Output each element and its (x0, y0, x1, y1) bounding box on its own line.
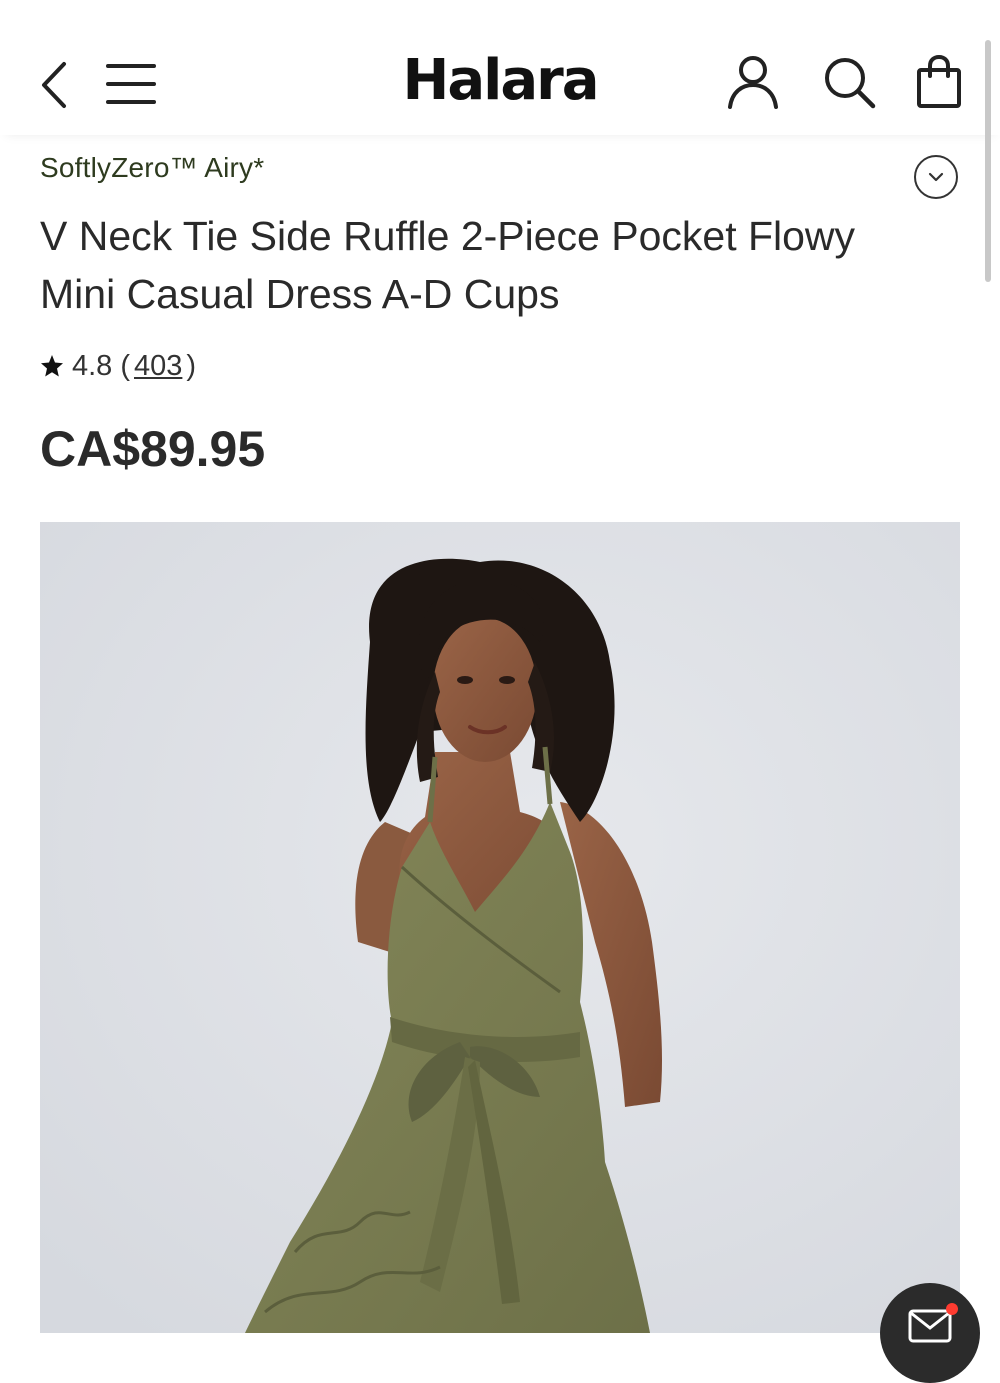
notification-dot (946, 1303, 958, 1315)
rating-summary: 4.8 ( 403 ) (40, 346, 196, 386)
rating-paren-close: ) (186, 349, 197, 382)
rating-score: 4.8 (72, 349, 113, 382)
rating-paren-open: ( (120, 349, 130, 382)
chevron-down-icon (928, 172, 944, 182)
chat-button[interactable] (880, 1283, 980, 1383)
scrollbar[interactable] (985, 40, 991, 282)
top-nav-bar: Halara (0, 0, 1000, 135)
star-icon (41, 355, 63, 377)
search-icon[interactable] (823, 56, 877, 110)
account-icon[interactable] (726, 54, 780, 110)
product-image[interactable] (40, 522, 960, 1333)
bag-icon[interactable] (915, 54, 963, 110)
mail-icon (908, 1309, 952, 1343)
product-title: V Neck Tie Side Ruffle 2-Piece Pocket Fl… (40, 213, 856, 317)
review-count-link[interactable]: 403 (134, 350, 182, 383)
expand-details-button[interactable] (914, 155, 958, 199)
product-photo (40, 522, 960, 1333)
product-price: CA$89.95 (40, 421, 266, 477)
collection-name[interactable]: SoftlyZero™ Airy* (40, 152, 264, 184)
